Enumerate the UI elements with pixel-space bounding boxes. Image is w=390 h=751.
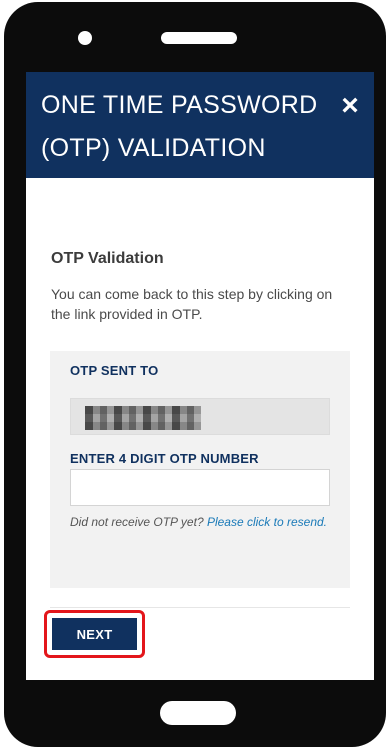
resend-link[interactable]: Please click to resend.: [207, 515, 327, 529]
resend-prefix: Did not receive OTP yet?: [70, 515, 207, 529]
otp-number-input[interactable]: [70, 469, 330, 506]
next-button-highlight: NEXT: [44, 610, 145, 658]
masked-phone-number: [85, 406, 201, 430]
modal-title-line1: ONE TIME PASSWORD: [41, 91, 318, 119]
next-button[interactable]: NEXT: [52, 618, 137, 650]
home-button[interactable]: [160, 701, 236, 725]
otp-sent-to-label: OTP SENT TO: [70, 363, 159, 378]
camera-icon: [78, 31, 92, 45]
modal-header: ONE TIME PASSWORD (OTP) VALIDATION ×: [26, 72, 374, 178]
close-icon[interactable]: ×: [334, 90, 366, 122]
modal-title-line2: (OTP) VALIDATION: [41, 134, 266, 162]
phone-frame: ONE TIME PASSWORD (OTP) VALIDATION × OTP…: [4, 2, 386, 747]
phone-screen: ONE TIME PASSWORD (OTP) VALIDATION × OTP…: [26, 72, 374, 680]
otp-number-label: ENTER 4 DIGIT OTP NUMBER: [70, 451, 259, 466]
speaker-grille: [161, 32, 237, 44]
divider: [50, 607, 350, 608]
resend-text: Did not receive OTP yet? Please click to…: [70, 514, 330, 530]
section-title: OTP Validation: [51, 250, 164, 267]
otp-panel: OTP SENT TO ENTER 4 DIGIT OTP NUMBER Did…: [50, 351, 350, 588]
modal-title: ONE TIME PASSWORD (OTP) VALIDATION: [41, 84, 321, 170]
otp-sent-to-field: [70, 398, 330, 435]
section-description: You can come back to this step by clicki…: [51, 286, 333, 322]
